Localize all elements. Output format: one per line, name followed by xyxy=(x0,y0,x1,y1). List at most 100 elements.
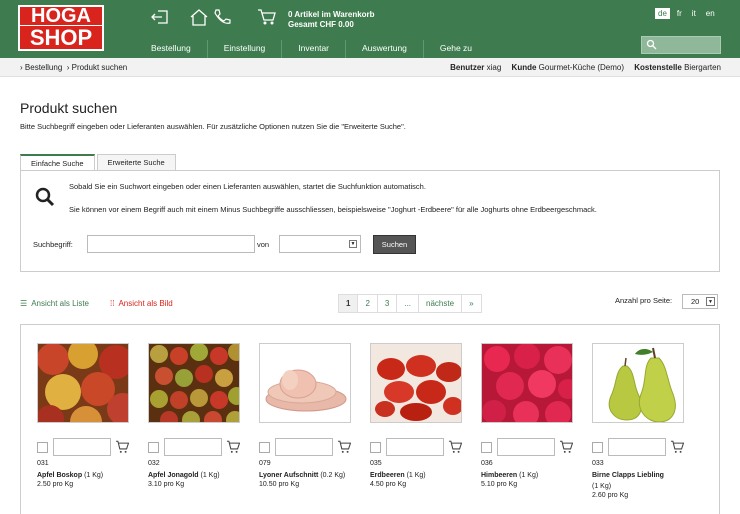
tab-einfache-suche[interactable]: Einfache Suche xyxy=(20,154,95,171)
search-term-input[interactable] xyxy=(87,235,255,253)
product-price: 2.60 pro Kg xyxy=(592,492,629,499)
customer-value[interactable]: Gourmet-Küche (Demo) xyxy=(539,63,624,72)
breadcrumb-bestellung[interactable]: Bestellung xyxy=(25,63,62,72)
view-image-label: Ansicht als Bild xyxy=(118,299,173,308)
product-checkbox[interactable] xyxy=(37,441,48,453)
page-next[interactable]: nächste xyxy=(418,294,463,313)
pear-image xyxy=(593,344,683,422)
grid-icon: ⁞⁞ xyxy=(110,299,115,308)
cart-icon[interactable] xyxy=(257,8,277,26)
per-page-value: 20 xyxy=(691,297,700,306)
product-name[interactable]: Birne Clapps Liebling (1 Kg) xyxy=(592,470,684,492)
product-card: 033 Birne Clapps Liebling (1 Kg) 2.60 pro… xyxy=(592,343,684,499)
add-to-cart-icon[interactable] xyxy=(559,440,573,454)
lang-fr[interactable]: fr xyxy=(674,8,685,19)
product-name[interactable]: Lyoner Aufschnitt (0.2 Kg) xyxy=(259,470,351,481)
per-page-select[interactable]: 20 ▼ xyxy=(682,294,718,309)
product-name[interactable]: Himbeeren (1 Kg) xyxy=(481,470,573,481)
product-title: Apfel Boskop xyxy=(37,472,83,479)
apple-image xyxy=(38,344,128,422)
user-value[interactable]: xiag xyxy=(487,63,502,72)
product-title: Lyoner Aufschnitt xyxy=(259,472,319,479)
quantity-input[interactable] xyxy=(52,438,111,456)
apple-mix-image xyxy=(149,344,239,422)
product-checkbox[interactable] xyxy=(481,441,492,453)
product-number: 035 xyxy=(370,460,382,467)
cart-summary[interactable]: 0 Artikel im Warenkorb Gesamt CHF 0.00 xyxy=(288,10,375,30)
quantity-input[interactable] xyxy=(496,438,555,456)
header-search-input[interactable] xyxy=(641,36,721,54)
nav-gehe-zu[interactable]: Gehe zu xyxy=(424,40,488,58)
product-number: 033 xyxy=(592,460,604,467)
add-to-cart-icon[interactable] xyxy=(115,440,129,454)
logout-icon[interactable] xyxy=(150,8,170,26)
search-button[interactable]: Suchen xyxy=(373,235,416,254)
supplier-select[interactable]: ▼ xyxy=(279,235,361,253)
quantity-input[interactable] xyxy=(163,438,222,456)
product-card: 035 Erdbeeren (1 Kg) 4.50 pro Kg xyxy=(370,343,462,488)
product-price: 10.50 pro Kg xyxy=(259,481,300,488)
lang-it[interactable]: it xyxy=(689,8,699,19)
quantity-input[interactable] xyxy=(385,438,444,456)
per-page-label: Anzahl pro Seite: xyxy=(615,296,673,305)
product-image[interactable] xyxy=(592,343,684,423)
product-image[interactable] xyxy=(37,343,129,423)
product-name[interactable]: Erdbeeren (1 Kg) xyxy=(370,470,462,481)
add-to-cart-icon[interactable] xyxy=(337,440,351,454)
product-price: 2.50 pro Kg xyxy=(37,481,74,488)
add-to-cart-icon[interactable] xyxy=(226,440,240,454)
search-icon xyxy=(35,187,55,207)
page-2[interactable]: 2 xyxy=(357,294,378,313)
list-icon: ☰ xyxy=(20,299,28,308)
product-checkbox[interactable] xyxy=(592,441,603,453)
home-icon[interactable] xyxy=(189,8,209,26)
language-switcher: de fr it en xyxy=(655,8,722,19)
main-nav: Bestellung Einstellung Inventar Auswertu… xyxy=(135,40,488,58)
product-name[interactable]: Apfel Boskop (1 Kg) xyxy=(37,470,129,481)
product-name[interactable]: Apfel Jonagold (1 Kg) xyxy=(148,470,240,481)
page-1[interactable]: 1 xyxy=(338,294,359,313)
chevron-down-icon: ▼ xyxy=(349,240,357,248)
product-checkbox[interactable] xyxy=(370,441,381,453)
view-as-image-link[interactable]: ⁞⁞ Ansicht als Bild xyxy=(110,299,173,308)
cost-center-value[interactable]: Biergarten xyxy=(684,63,721,72)
phone-icon[interactable] xyxy=(212,8,232,26)
tab-erweiterte-suche[interactable]: Erweiterte Suche xyxy=(96,154,176,170)
add-to-cart-icon[interactable] xyxy=(670,440,684,454)
per-page: Anzahl pro Seite: 20 ▼ xyxy=(615,294,718,309)
product-price: 5.10 pro Kg xyxy=(481,481,518,488)
nav-einstellung[interactable]: Einstellung xyxy=(208,40,283,58)
product-unit: (1 Kg) xyxy=(592,483,612,490)
product-image[interactable] xyxy=(259,343,351,423)
breadcrumb-current: Produkt suchen xyxy=(71,63,128,72)
lang-en[interactable]: en xyxy=(703,8,718,19)
customer-label: Kunde xyxy=(511,63,537,72)
product-image[interactable] xyxy=(481,343,573,423)
quantity-input[interactable] xyxy=(274,438,333,456)
product-checkbox[interactable] xyxy=(259,441,270,453)
search-panel: Sobald Sie ein Suchwort eingeben oder ei… xyxy=(20,170,720,272)
nav-bestellung[interactable]: Bestellung xyxy=(135,40,208,58)
add-to-cart-icon[interactable] xyxy=(448,440,462,454)
product-unit: (1 Kg) xyxy=(406,472,426,479)
product-image[interactable] xyxy=(148,343,240,423)
product-image[interactable] xyxy=(370,343,462,423)
quantity-input[interactable] xyxy=(607,438,666,456)
nav-auswertung[interactable]: Auswertung xyxy=(346,40,424,58)
search-hint-1: Sobald Sie ein Suchwort eingeben oder ei… xyxy=(69,182,426,191)
product-unit: (1 Kg) xyxy=(519,472,539,479)
chevron-right-icon: › xyxy=(20,63,23,72)
nav-inventar[interactable]: Inventar xyxy=(282,40,347,58)
page-3[interactable]: 3 xyxy=(376,294,398,313)
product-checkbox[interactable] xyxy=(148,441,159,453)
view-as-list-link[interactable]: ☰ Ansicht als Liste xyxy=(20,299,89,308)
page-last[interactable]: » xyxy=(461,294,482,313)
product-title: Erdbeeren xyxy=(370,472,405,479)
lang-de[interactable]: de xyxy=(655,8,670,19)
page-ellipsis: ... xyxy=(396,294,420,313)
supplier-label: von xyxy=(257,240,270,249)
hoga-shop-logo[interactable]: HOGA SHOP xyxy=(18,5,104,51)
logo-line2: SHOP xyxy=(18,26,104,51)
product-number: 079 xyxy=(259,460,271,467)
pagination: 1 2 3 ... nächste » xyxy=(338,294,482,313)
